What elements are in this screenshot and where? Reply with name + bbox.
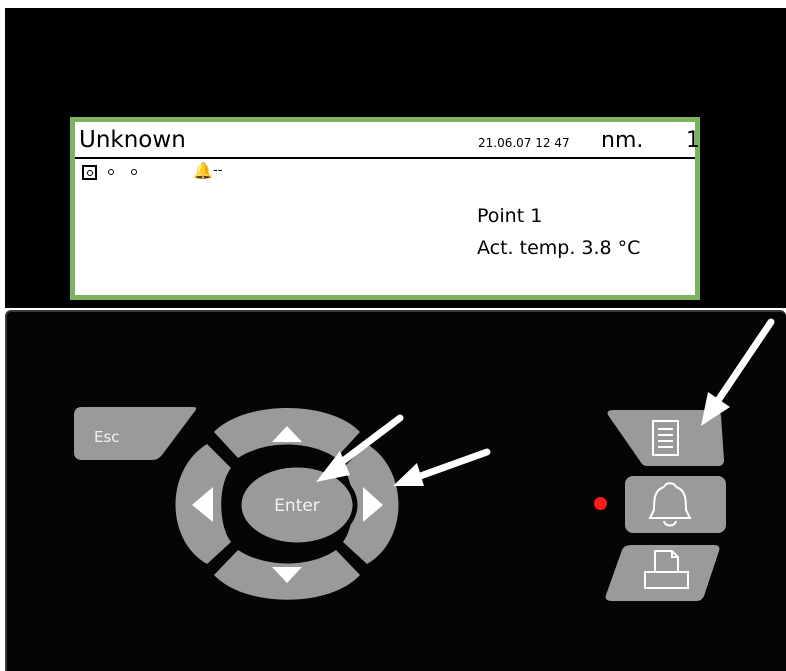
esc-label: Esc	[94, 428, 120, 446]
alarm-led	[594, 497, 607, 510]
display-number: 1	[686, 128, 700, 153]
bell-icon: 🔔	[193, 161, 213, 180]
lcd-display: Unknown 21.06.07 12 47 nm. 1 🔔 -- Point …	[70, 117, 700, 300]
indicator-dot-icon	[131, 169, 137, 175]
display-datetime: 21.06.07 12 47	[478, 136, 570, 150]
indicator-dot-icon	[108, 169, 114, 175]
display-divider	[75, 157, 695, 159]
print-button[interactable]	[605, 545, 720, 601]
display-mode: nm.	[601, 128, 644, 153]
alarm-button[interactable]	[625, 476, 726, 533]
selected-indicator	[82, 165, 97, 180]
alarm-status: --	[213, 163, 223, 178]
display-title: Unknown	[79, 127, 186, 153]
temperature-line: Act. temp. 3.8 °C	[477, 237, 641, 259]
enter-label: Enter	[274, 496, 320, 516]
indicator-dot-icon	[87, 170, 93, 176]
point-line: Point 1	[477, 205, 543, 227]
